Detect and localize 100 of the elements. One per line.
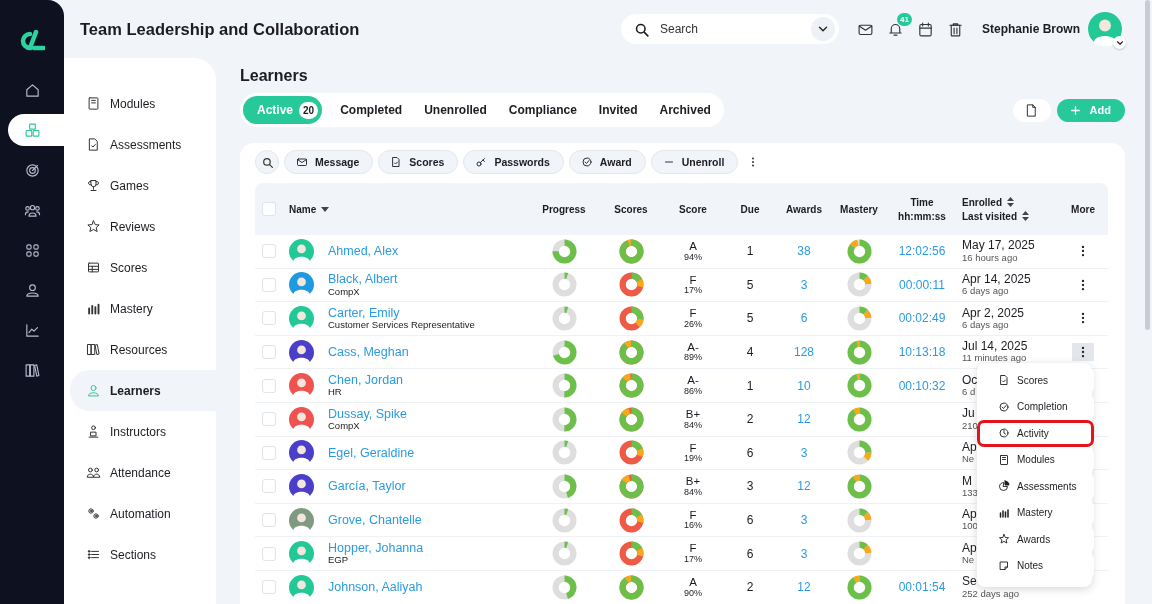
last-visited: 11 minutes ago [962,353,1027,364]
calendar-button[interactable] [917,20,934,38]
grade: F [689,307,697,320]
sidebar-item[interactable]: Learners [70,370,216,411]
menu-item[interactable]: Notes [977,552,1094,579]
menu-item[interactable]: Awards [977,526,1094,553]
row-checkbox[interactable] [262,277,276,292]
tab[interactable]: Invited [588,96,648,124]
sidebar-item[interactable]: Games [70,165,216,206]
document-check-icon [390,156,403,168]
row-checkbox[interactable] [262,378,276,393]
menu-item[interactable]: Assessments [977,473,1094,500]
book-icon [86,96,101,111]
score-percent: 89% [684,353,702,364]
sidebar-item[interactable]: Assessments [70,124,216,165]
toolbar-button[interactable]: Passwords [463,150,564,174]
sidebar-item[interactable]: Automation [70,493,216,534]
document-check-icon [86,137,101,152]
search-field[interactable]: Search [658,21,803,37]
menu-item[interactable]: Modules [977,446,1094,473]
rail-item[interactable] [8,114,64,146]
count-badge: 20 [299,101,319,119]
tab[interactable]: Unenrolled [414,96,497,124]
scores-chart [618,440,644,466]
sidebar-item[interactable]: Attendance [70,452,216,493]
progress-chart [551,373,577,399]
row-checkbox[interactable] [262,345,276,360]
scores-chart [618,373,644,399]
table-icon [86,260,101,275]
grade: B+ [685,408,701,421]
select-all-checkbox[interactable] [262,202,276,216]
tab[interactable]: Archived [649,96,721,124]
enrolled-date: Ju [962,407,975,421]
column-header: hh:mm:ss [898,210,946,222]
sort-icon[interactable] [1022,211,1030,221]
trash-icon [947,20,964,38]
row-checkbox[interactable] [262,244,276,259]
key-icon [475,156,488,168]
last-visited: Ne [962,555,975,566]
row-checkbox[interactable] [262,513,276,528]
sort-icon[interactable] [1007,197,1014,207]
menu-item[interactable]: Scores [977,367,1094,394]
mastery-chart [846,306,872,331]
clock-icon [998,427,1010,440]
due-count: 6 [746,445,754,460]
grade: F [689,542,697,555]
learner-subtitle: CompX [328,421,360,432]
sidebar-item[interactable]: Sections [70,534,216,575]
search-button[interactable] [255,150,279,174]
row-checkbox[interactable] [262,412,276,427]
sidebar-item[interactable]: Reviews [70,206,216,247]
due-count: 2 [746,412,754,427]
progress-chart [551,272,577,298]
toolbar-button[interactable]: Message [284,150,374,174]
sidebar-item[interactable]: Mastery [70,288,216,329]
sidebar-item[interactable]: Modules [70,83,216,124]
column-header[interactable]: Enrolled [962,196,1002,208]
toolbar-button[interactable]: Scores [378,150,459,174]
scores-chart [618,406,644,432]
sidebar-item[interactable]: Instructors [70,411,216,452]
tab[interactable]: Active 20 [243,96,323,124]
menu-item[interactable]: Mastery [977,499,1094,526]
last-visited: 100 [962,521,978,532]
enrolled-date: Jul 14, 2025 [962,340,1028,354]
row-checkbox[interactable] [262,546,276,561]
tab[interactable]: Compliance [498,96,587,124]
mastery-chart [846,507,872,533]
menu-item[interactable]: Completion [977,393,1094,420]
learner-subtitle: EGP [328,555,349,567]
sidebar-item[interactable]: Scores [70,247,216,288]
column-header[interactable]: Name [289,203,317,215]
row-checkbox[interactable] [262,479,276,494]
dropdown-button[interactable] [811,17,835,41]
toolbar-button[interactable]: Award [568,150,646,174]
sort-icon[interactable] [321,206,330,212]
row-checkbox[interactable] [262,445,276,460]
sidebar-item[interactable]: Resources [70,329,216,370]
row-checkbox[interactable] [262,311,276,326]
search-bar[interactable]: Search [621,14,839,44]
export-pdf-button[interactable] [1012,98,1051,122]
last-visited: 6 d [962,387,976,398]
chevron-down-icon[interactable] [1113,36,1126,49]
enrolled-date: Oc [962,373,978,388]
progress-chart [551,440,577,466]
enrolled-date: Ap [962,541,977,555]
home-icon [23,81,41,99]
row-more-button[interactable] [1072,343,1094,362]
progress-chart [551,473,577,499]
bar-chart-icon [998,506,1010,519]
menu-item[interactable]: Activity [977,420,1094,447]
grade: B+ [685,475,701,488]
trash-button[interactable] [947,20,964,38]
scrollbar[interactable] [1145,0,1150,330]
toolbar-button[interactable]: Unenroll [650,150,739,174]
column-header: Due [739,203,761,215]
column-header[interactable]: Last visited [962,210,1018,222]
row-checkbox[interactable] [262,580,276,595]
books-icon [23,361,41,379]
tab[interactable]: Completed [330,96,413,124]
due-count: 1 [746,378,754,393]
